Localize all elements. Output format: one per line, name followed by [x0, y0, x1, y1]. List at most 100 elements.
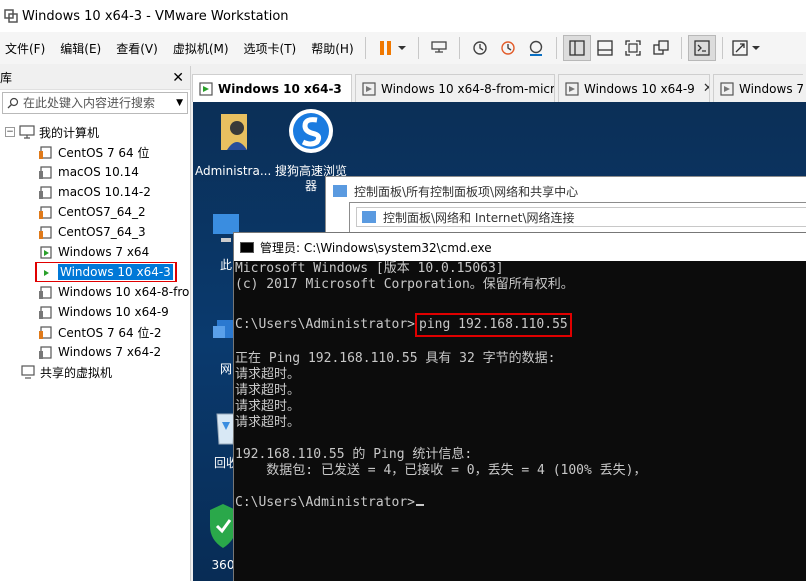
tree-item-vm[interactable]: Windows 10 x64-9	[0, 302, 190, 322]
cmd-icon	[240, 241, 254, 253]
tree-root[interactable]: − 我的计算机	[0, 122, 190, 142]
vm-running-icon	[199, 81, 213, 96]
toolbar-separator	[721, 37, 723, 59]
cmd-line: 192.168.110.55 的 Ping 统计信息:	[235, 447, 473, 462]
cmd-line: 数据包: 已发送 = 4，已接收 = 0，丢失 = 4 (100% 丢失)，	[235, 463, 647, 478]
library-header: 库 ✕	[0, 66, 190, 90]
explorer-address-bar[interactable]: 控制面板\所有控制面板项\网络和共享中心	[332, 181, 578, 201]
cmd-title: 管理员: C:\Windows\system32\cmd.exe	[260, 240, 492, 255]
tab-windows-10-x64-9[interactable]: Windows 10 x64-9 ✕	[558, 74, 710, 102]
stretch-icon	[731, 40, 760, 56]
toolbar-separator	[680, 37, 682, 59]
menu-tabs[interactable]: 选项卡(T)	[239, 32, 302, 64]
fullscreen-button[interactable]	[619, 35, 647, 61]
tab-label: Windows 10 x64-8-from-micro...	[381, 81, 555, 96]
close-tab-icon[interactable]: ✕	[703, 81, 709, 96]
pause-icon	[379, 41, 406, 55]
snapshot-manager-button[interactable]	[522, 35, 550, 61]
collapse-icon[interactable]: −	[5, 127, 15, 137]
vmware-app-icon	[4, 9, 18, 23]
unity-icon	[652, 40, 669, 55]
tab-windows-7-x[interactable]: Windows 7 x	[713, 74, 803, 102]
pause-button[interactable]	[372, 35, 412, 61]
library-search[interactable]: ▼	[2, 92, 188, 114]
cmd-line: 请求超时。	[235, 367, 301, 382]
search-dropdown-icon[interactable]: ▼	[176, 98, 183, 108]
tree-item-label: macOS 10.14	[58, 165, 139, 179]
desktop-icon-administrator[interactable]: Administra...	[195, 108, 271, 179]
tree-item-vm[interactable]: Windows 7 x64-2	[0, 342, 190, 362]
thumbnail-view-icon	[596, 40, 613, 56]
explorer-address-bar[interactable]: 控制面板\网络和 Internet\网络连接	[356, 207, 806, 227]
library-search-input[interactable]	[23, 96, 163, 110]
menu-toolbar: 文件(F) 编辑(E) 查看(V) 虚拟机(M) 选项卡(T) 帮助(H)	[0, 32, 806, 64]
toolbar-separator	[417, 37, 419, 59]
cmd-output[interactable]: Microsoft Windows [版本 10.0.15063] (c) 20…	[234, 261, 806, 581]
menu-file[interactable]: 文件(F)	[0, 32, 50, 64]
revert-snapshot-button[interactable]	[494, 35, 522, 61]
cmd-command-line: C:\Users\Administrator> ping 192.168.110.…	[234, 309, 806, 341]
tree-item-vm[interactable]: Windows 10 x64-8-fro	[0, 282, 190, 302]
cmd-line: 正在 Ping 192.168.110.55 具有 32 字节的数据:	[235, 351, 556, 366]
cmd-line: 请求超时。	[235, 415, 301, 430]
tree-item-label: macOS 10.14-2	[58, 185, 151, 199]
library-view-icon	[568, 40, 585, 56]
user-folder-icon	[221, 114, 247, 150]
vm-tab-bar: Windows 10 x64-3 ✕ Windows 10 x64-8-from…	[192, 72, 806, 102]
tab-label: Windows 10 x64-9	[584, 81, 695, 96]
tree-item-vm[interactable]: Windows 7 x64	[0, 242, 190, 262]
tree-item-vm[interactable]: macOS 10.14	[0, 162, 190, 182]
tree-item-label: Windows 7 x64	[58, 245, 150, 259]
menu-vm[interactable]: 虚拟机(M)	[168, 32, 234, 64]
tree-item-vm[interactable]: CentOS7_64_3	[0, 222, 190, 242]
vm-running-icon	[40, 266, 52, 279]
desktop-icon-label: Administra...	[195, 164, 272, 178]
control-panel-icon	[333, 185, 347, 197]
stretch-guest-button[interactable]	[729, 35, 765, 61]
tree-shared-label: 共享的虚拟机	[40, 365, 113, 380]
highlighted-command: ping 192.168.110.55	[415, 313, 572, 337]
sogou-browser-icon	[289, 109, 333, 153]
toolbar-separator	[555, 37, 557, 59]
window-title: Windows 10 x64-3 - VMware Workstation	[22, 8, 289, 24]
tree-item-vm[interactable]: macOS 10.14-2	[0, 182, 190, 202]
tab-windows-10-x64-3[interactable]: Windows 10 x64-3 ✕	[192, 74, 352, 102]
vm-icon	[39, 206, 52, 219]
tree-item-label: CentOS7_64_2	[58, 205, 146, 219]
selected-vm-highlight: Windows 10 x64-3	[35, 262, 177, 282]
vm-display[interactable]: Administra... 搜狗高速浏览器 此 网 回收 360 控制面板\所有…	[193, 102, 806, 581]
thumbnail-bar-button[interactable]	[591, 35, 619, 61]
send-ctrl-alt-del-button[interactable]	[425, 35, 453, 61]
vm-icon	[39, 346, 52, 359]
cmd-title-bar[interactable]: 管理员: C:\Windows\system32\cmd.exe	[234, 233, 806, 261]
menu-help[interactable]: 帮助(H)	[306, 32, 358, 64]
unity-button[interactable]	[647, 35, 675, 61]
vm-running-icon	[40, 246, 52, 259]
explorer-address-text: 控制面板\所有控制面板项\网络和共享中心	[354, 184, 579, 199]
close-tab-icon[interactable]: ✕	[350, 81, 351, 96]
library-panel: 库 ✕ ▼ − 我的计算机 CentOS 7 64 位 macOS 10.14 ma…	[0, 66, 191, 581]
cmd-window[interactable]: 管理员: C:\Windows\system32\cmd.exe Microso…	[233, 232, 806, 581]
tree-root-label: 我的计算机	[39, 125, 100, 140]
tree-item-vm[interactable]: Windows 10 x64-3	[0, 262, 190, 282]
menu-edit[interactable]: 编辑(E)	[55, 32, 106, 64]
cmd-prompt: C:\Users\Administrator>	[235, 495, 416, 510]
tree-item-label: CentOS 7 64 位-2	[58, 325, 162, 340]
tree-item-label: Windows 7 x64-2	[58, 345, 162, 359]
menu-view[interactable]: 查看(V)	[111, 32, 163, 64]
snapshot-manager-icon	[529, 40, 542, 56]
tree-item-vm[interactable]: CentOS 7 64 位	[0, 142, 190, 162]
vm-icon	[39, 326, 52, 339]
tree-item-vm[interactable]: CentOS7_64_2	[0, 202, 190, 222]
show-library-button[interactable]	[562, 35, 591, 61]
vm-tree: − 我的计算机 CentOS 7 64 位 macOS 10.14 macOS 10…	[0, 122, 190, 382]
snapshot-button[interactable]	[466, 35, 494, 61]
computer-icon	[19, 125, 35, 139]
tree-shared[interactable]: 共享的虚拟机	[0, 362, 190, 382]
tree-item-vm[interactable]: CentOS 7 64 位-2	[0, 322, 190, 342]
vm-icon	[39, 306, 52, 319]
vm-icon	[39, 186, 52, 199]
tab-windows-10-x64-8[interactable]: Windows 10 x64-8-from-micro... ✕	[355, 74, 555, 102]
console-view-button[interactable]	[687, 35, 716, 61]
close-library-icon[interactable]: ✕	[172, 70, 184, 86]
